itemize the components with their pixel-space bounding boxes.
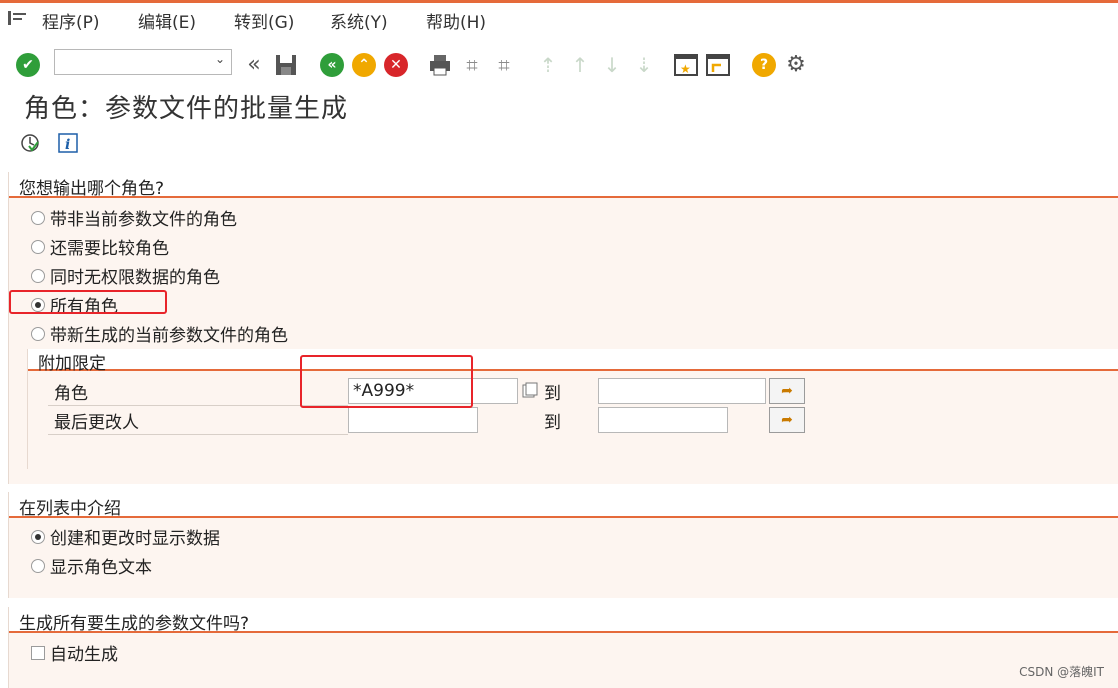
highlight-role-input [300,355,473,408]
radio-button[interactable] [31,327,45,341]
role-label: 角色 [54,384,88,404]
radio-no-auth-data[interactable]: 同时无权限数据的角色 [31,263,220,288]
role-more-button[interactable]: ➦ [769,378,805,404]
find-next-icon[interactable]: ⌗ [492,53,516,77]
standard-toolbar: ✔ ⌄ « « ⌃ ✕ ⌗ ⌗ ⇡ ↑ ↓ ⇣ ★ ? ⚙ [0,44,1118,88]
radio-show-change-data[interactable]: 创建和更改时显示数据 [31,524,220,549]
radio-button[interactable] [31,269,45,283]
svg-text:i: i [65,137,70,153]
next-page-icon[interactable]: ↓ [600,53,624,77]
to-label: 到 [544,413,561,433]
last-changed-by-label: 最后更改人 [54,413,139,433]
section-header: 您想输出哪个角色? [9,172,1118,199]
help-icon[interactable]: ? [752,53,776,77]
prev-page-icon[interactable]: ↑ [568,53,592,77]
save-icon[interactable] [274,53,298,77]
execute-icon[interactable] [20,133,40,153]
radio-compare-roles[interactable]: 还需要比较角色 [31,234,169,259]
exit-icon[interactable]: ⌃ [352,53,376,77]
radio-button[interactable] [31,559,45,573]
page-title: 角色：参数文件的批量生成 [24,94,349,124]
section-title: 生成所有要生成的参数文件吗? [19,614,250,634]
radio-label: 创建和更改时显示数据 [50,529,220,549]
radio-label: 带新生成的当前参数文件的角色 [50,326,288,346]
radio-button[interactable] [31,240,45,254]
radio-label: 还需要比较角色 [50,239,169,259]
radio-button[interactable] [31,211,45,225]
menu-edit[interactable]: 编辑(E) [138,8,196,33]
first-page-icon[interactable]: ⇡ [536,53,560,77]
multiple-selection-icon[interactable] [522,382,538,398]
radio-button[interactable] [31,530,45,544]
radio-show-role-text[interactable]: 显示角色文本 [31,553,152,578]
radio-new-profile[interactable]: 带新生成的当前参数文件的角色 [31,321,288,346]
subsection-title: 附加限定 [38,354,106,374]
divider [48,434,348,435]
section-header: 在列表中介绍 [9,492,1118,519]
last-changed-from-input[interactable] [348,407,478,433]
menu-help[interactable]: 帮助(H) [426,8,486,33]
section-title: 您想输出哪个角色? [19,179,165,199]
subsection-header: 附加限定 [28,349,1118,374]
last-changed-to-input[interactable] [598,407,728,433]
find-icon[interactable]: ⌗ [460,53,484,77]
back-icon[interactable]: « [242,53,266,77]
command-field[interactable]: ⌄ [54,49,232,75]
section-generate-all: 生成所有要生成的参数文件吗? 自动生成 [8,607,1118,688]
section-header: 生成所有要生成的参数文件吗? [9,607,1118,634]
info-icon[interactable]: i [58,133,78,153]
checkbox-label: 自动生成 [50,645,118,665]
chevron-down-icon[interactable]: ⌄ [215,52,225,66]
radio-label: 带非当前参数文件的角色 [50,210,237,230]
menu-goto[interactable]: 转到(G) [234,8,294,33]
highlight-all-roles [9,290,167,314]
radio-label: 显示角色文本 [50,558,152,578]
cancel-icon[interactable]: ✕ [384,53,408,77]
role-to-input[interactable] [598,378,766,404]
checkbox[interactable] [31,646,45,660]
radio-non-current-profile[interactable]: 带非当前参数文件的角色 [31,205,237,230]
enter-icon[interactable]: ✔ [16,53,40,77]
menu-system[interactable]: 系统(Y) [330,8,388,33]
nav-back-icon[interactable]: « [320,53,344,77]
menu-icon[interactable] [8,11,26,25]
to-label: 到 [544,384,561,404]
watermark: CSDN @落魄IT [1019,665,1104,679]
section-list-display: 在列表中介绍 创建和更改时显示数据 显示角色文本 [8,492,1118,598]
last-page-icon[interactable]: ⇣ [632,53,656,77]
radio-label: 同时无权限数据的角色 [50,268,220,288]
menu-bar: 程序(P) 编辑(E) 转到(G) 系统(Y) 帮助(H) [0,0,1118,36]
last-changed-more-button[interactable]: ➦ [769,407,805,433]
checkbox-auto-generate[interactable]: 自动生成 [31,640,118,665]
new-session-icon[interactable]: ★ [674,53,698,77]
menu-program[interactable]: 程序(P) [42,8,100,33]
print-icon[interactable] [428,53,452,77]
shortcut-icon[interactable] [706,53,730,77]
section-title: 在列表中介绍 [19,499,121,519]
svg-text:★: ★ [680,62,691,76]
section-output-roles: 您想输出哪个角色? 带非当前参数文件的角色 还需要比较角色 同时无权限数据的角色… [8,172,1118,484]
subsection-additional-restrictions: 附加限定 角色 *A999* 到 ➦ 最后更改人 到 ➦ [27,349,1118,469]
settings-icon[interactable]: ⚙ [784,53,808,77]
